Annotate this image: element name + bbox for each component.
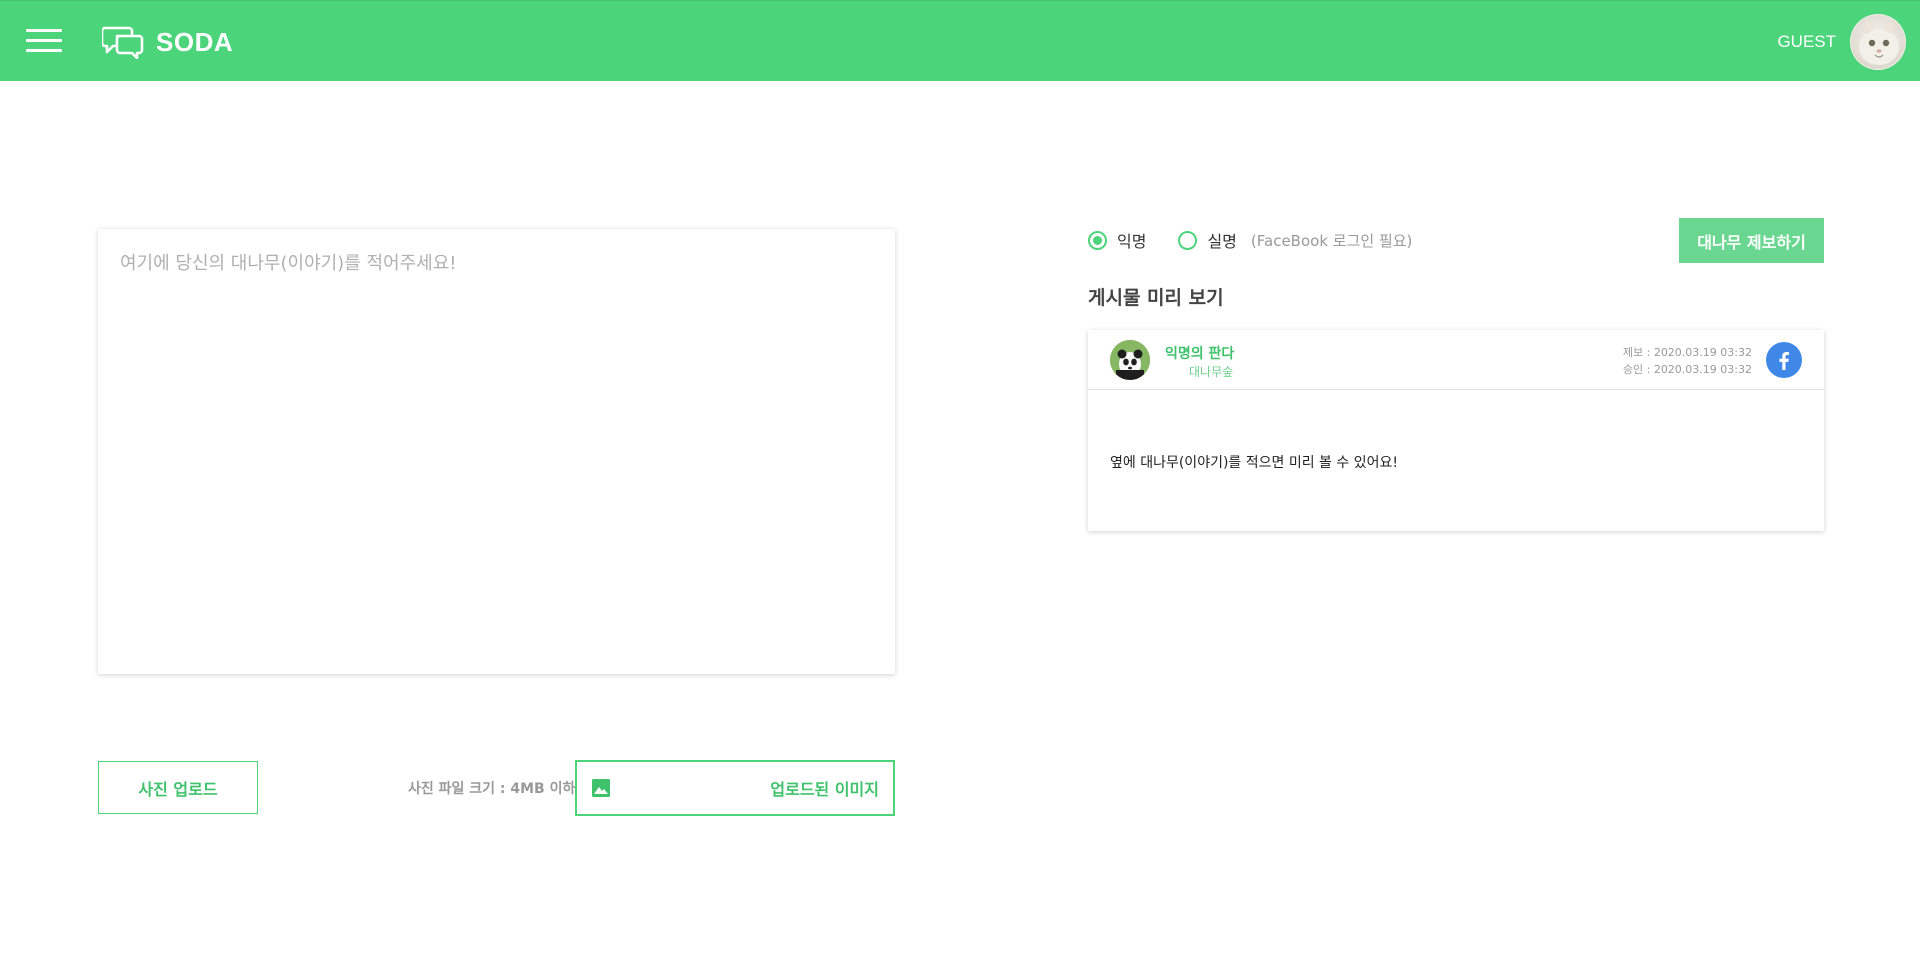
app-name: SODA xyxy=(156,26,234,57)
photo-upload-button[interactable]: 사진 업로드 xyxy=(98,761,258,814)
preview-title: 게시물 미리 보기 xyxy=(1088,287,1224,309)
realname-note: (FaceBook 로그인 필요) xyxy=(1250,231,1413,250)
cat-avatar-image xyxy=(1859,21,1899,65)
anonymous-option[interactable]: 익명 xyxy=(1088,228,1146,252)
anonymous-radio[interactable] xyxy=(1088,230,1107,250)
submit-story-button[interactable]: 대나무 제보하기 xyxy=(1679,218,1824,263)
file-size-limit-text: 사진 파일 크기 : 4MB 이하 xyxy=(408,781,576,797)
image-icon xyxy=(592,779,610,797)
uploaded-image-label: 업로드된 이미지 xyxy=(770,780,879,799)
user-avatar[interactable] xyxy=(1850,14,1906,70)
facebook-icon[interactable] xyxy=(1766,342,1802,378)
approved-date: 승인 : 2020.03.19 03:32 xyxy=(1622,363,1752,376)
app-logo[interactable]: SODA xyxy=(102,25,233,59)
chat-bubbles-icon xyxy=(102,26,144,59)
preview-body-text: 옆에 대나무(이야기)를 적으면 미리 볼 수 있어요! xyxy=(1110,455,1398,471)
uploaded-image-field[interactable]: 업로드된 이미지 xyxy=(575,760,895,816)
preview-subtitle: 대나무숲 xyxy=(1189,365,1234,379)
realname-label: 실명 xyxy=(1207,232,1237,251)
menu-icon[interactable] xyxy=(26,29,62,53)
preview-author: 익명의 판다 xyxy=(1165,346,1235,362)
user-menu[interactable]: GUEST xyxy=(1777,14,1906,70)
anonymous-label: 익명 xyxy=(1117,232,1147,251)
story-editor[interactable] xyxy=(98,229,895,674)
user-label: GUEST xyxy=(1777,32,1836,51)
reported-date: 제보 : 2020.03.19 03:32 xyxy=(1622,346,1752,359)
preview-card-header: 익명의 판다 대나무숲 제보 : 2020.03.19 03:32 승인 : 2… xyxy=(1088,330,1824,390)
realname-radio[interactable] xyxy=(1178,230,1198,250)
panda-avatar xyxy=(1110,340,1150,380)
preview-dates: 제보 : 2020.03.19 03:32 승인 : 2020.03.19 03… xyxy=(1623,344,1752,378)
post-identity-options: 익명 실명 (FaceBook 로그인 필요) xyxy=(1088,228,1444,252)
realname-option[interactable]: 실명 (FaceBook 로그인 필요) xyxy=(1178,228,1412,252)
top-app-bar: SODA GUEST xyxy=(0,0,1920,81)
post-preview-card: 익명의 판다 대나무숲 제보 : 2020.03.19 03:32 승인 : 2… xyxy=(1088,330,1824,531)
story-textarea[interactable] xyxy=(98,229,895,674)
